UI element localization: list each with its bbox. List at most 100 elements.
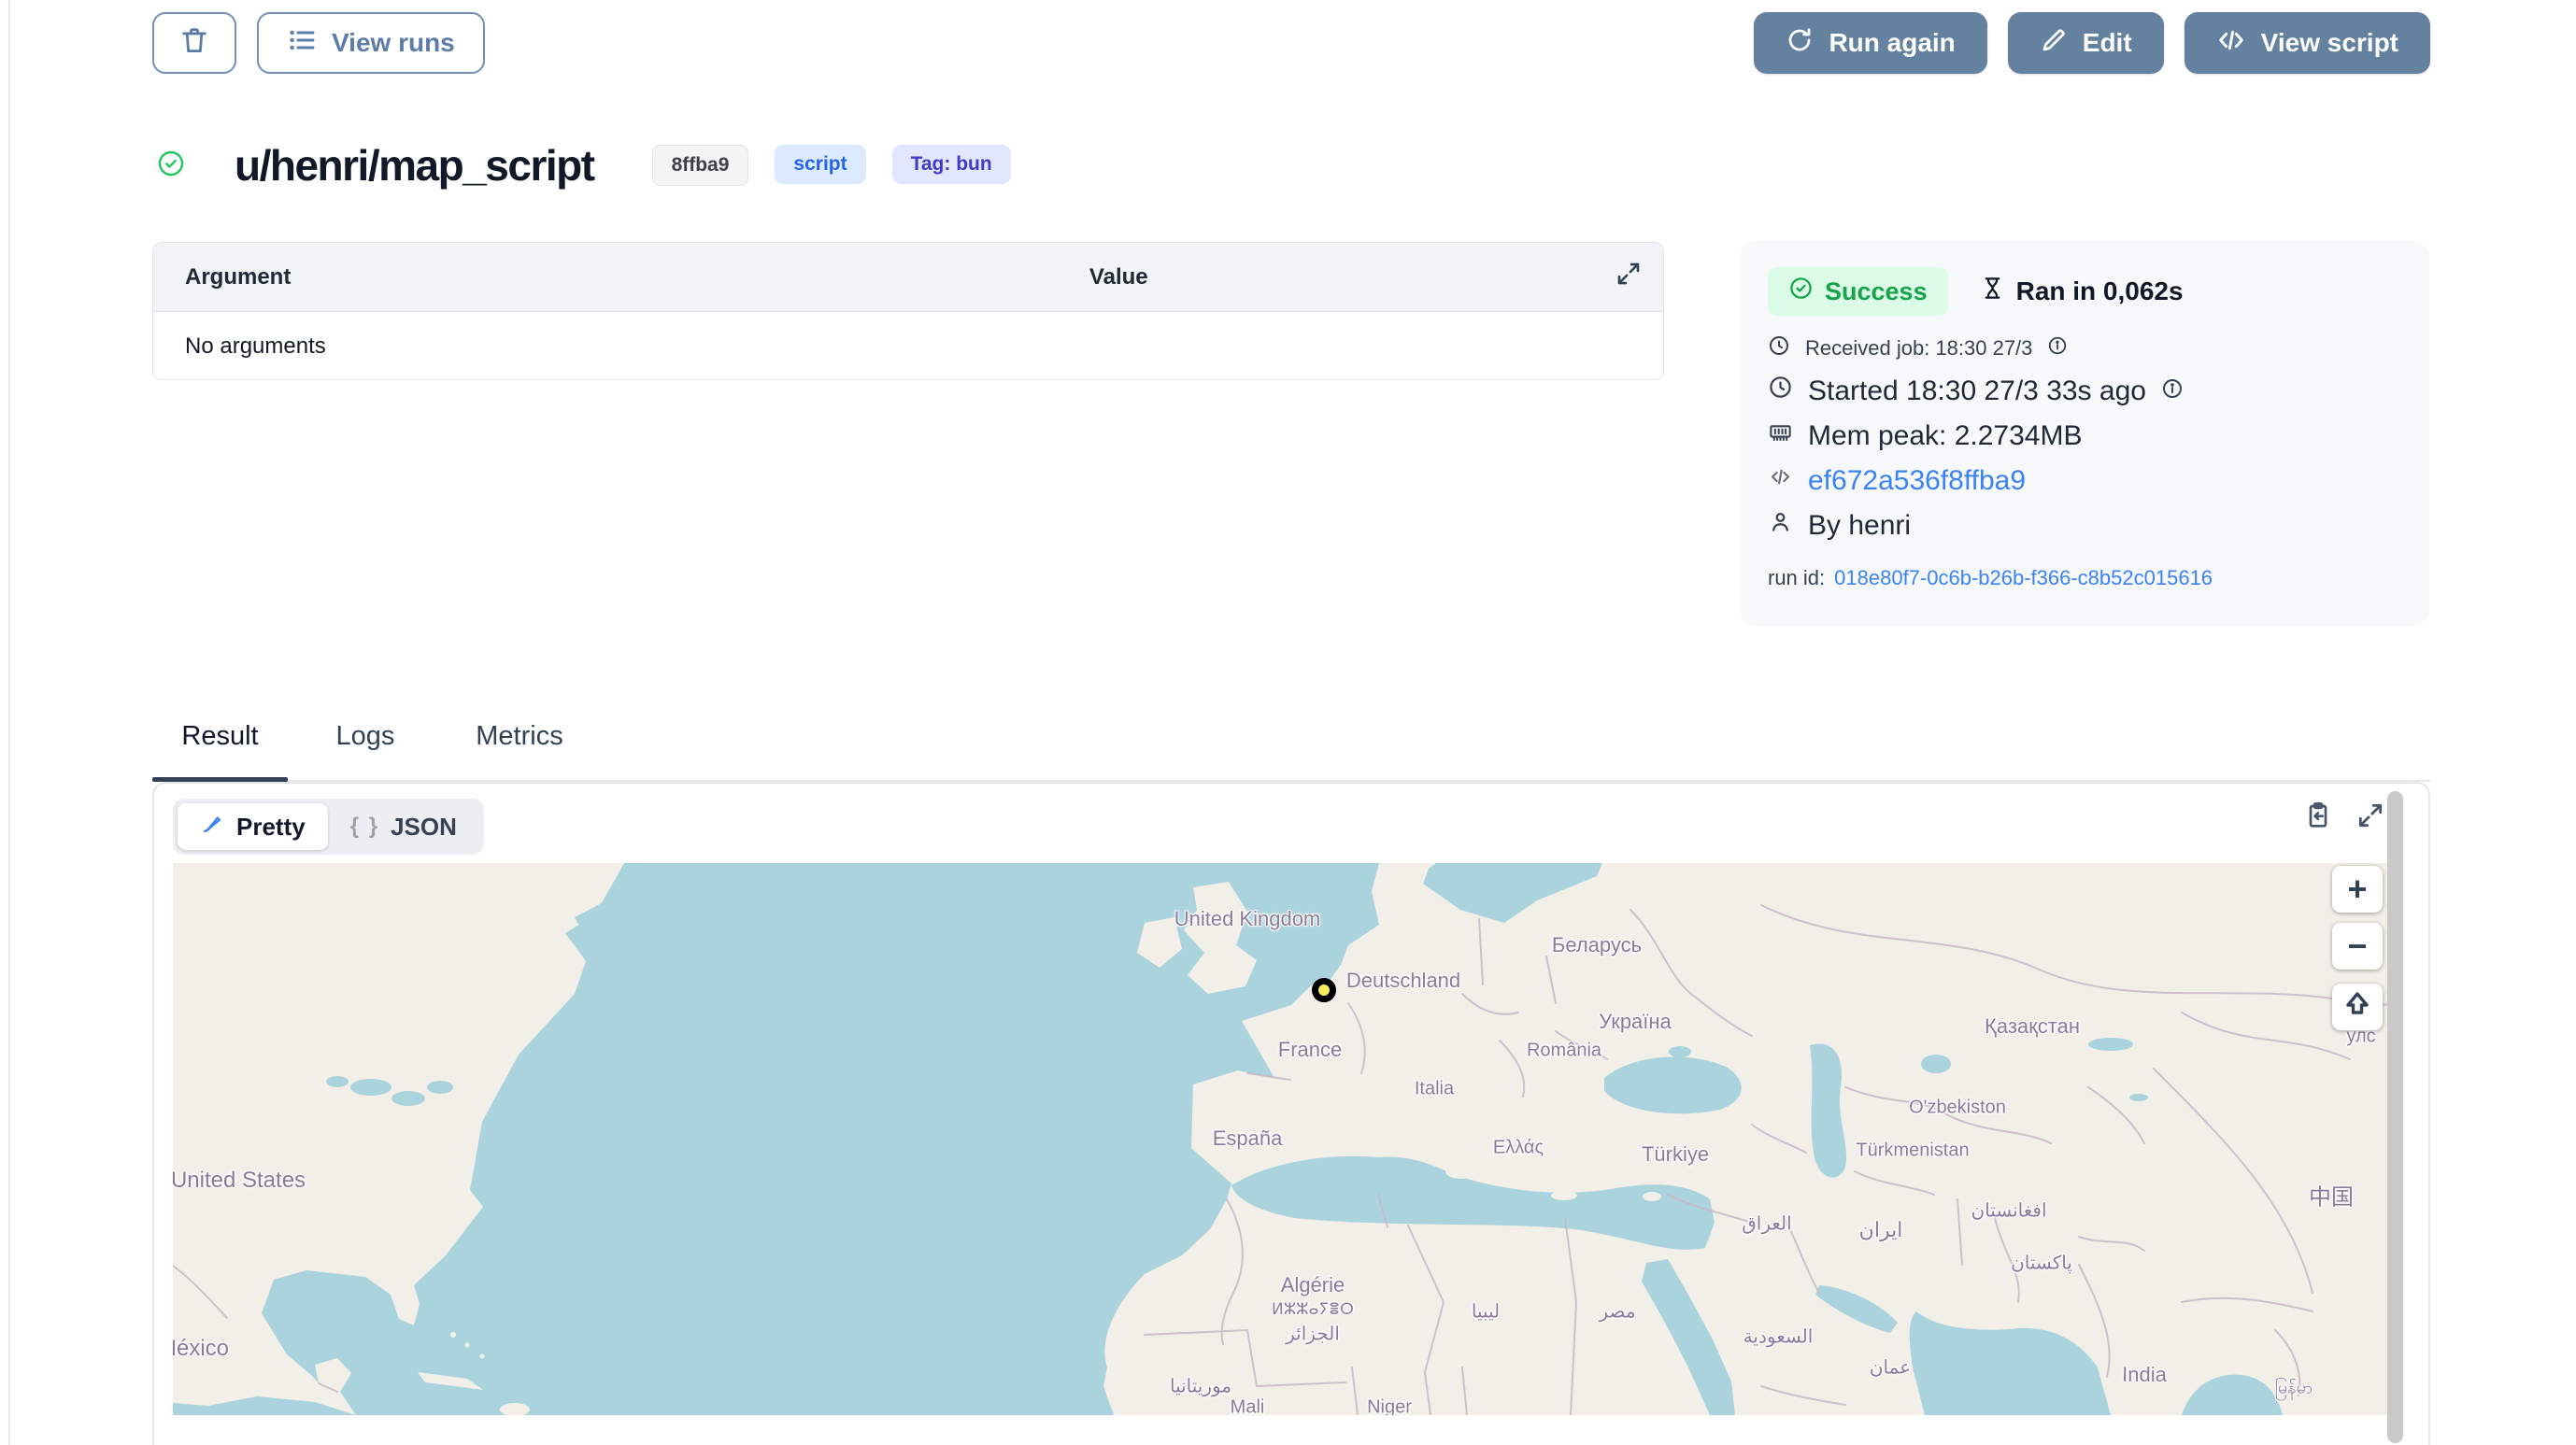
- trash-icon: [178, 24, 210, 63]
- map-country-label: موريتانيا: [1170, 1375, 1231, 1398]
- map-country-label: افغانستان: [1971, 1199, 2046, 1223]
- result-view-toggle: Pretty { } JSON: [173, 799, 484, 855]
- tag-badge: Tag: bun: [892, 145, 1011, 184]
- column-argument: Argument: [185, 264, 291, 290]
- map-country-label: India: [2122, 1363, 2167, 1387]
- toolbar: View runs Run again Edit View script: [152, 12, 2430, 74]
- zoom-out-button[interactable]: −: [2332, 923, 2383, 970]
- view-runs-label: View runs: [332, 28, 455, 58]
- duration-label: Ran in 0,062s: [2016, 276, 2184, 306]
- map-country-label: Türkiye: [1642, 1142, 1709, 1167]
- result-card: Pretty { } JSON: [152, 782, 2430, 1445]
- memory-icon: [1768, 419, 1793, 452]
- edit-button[interactable]: Edit: [2008, 12, 2164, 74]
- json-toggle[interactable]: { } JSON: [328, 805, 479, 849]
- zoom-in-button[interactable]: +: [2332, 866, 2383, 913]
- map-country-label: ⵍⵣⵣⴰⵢⴻⵔ: [1272, 1300, 1354, 1319]
- run-info-card: Success Ran in 0,062s Received job: 18:3…: [1740, 241, 2429, 626]
- copy-result-icon[interactable]: [2303, 800, 2333, 835]
- received-label: Received job: 18:30 27/3: [1805, 336, 2032, 361]
- mem-peak-row: Mem peak: 2.2734MB: [1768, 419, 2401, 452]
- reset-north-button[interactable]: [2332, 984, 2383, 1030]
- table-row: No arguments: [153, 312, 1663, 380]
- tab-logs-label: Logs: [336, 721, 395, 752]
- map-country-label: Niger: [1367, 1397, 1412, 1416]
- run-id-link[interactable]: 018e80f7-0c6b-b26b-f366-c8b52c015616: [1834, 566, 2213, 590]
- info-icon[interactable]: [2161, 375, 2184, 407]
- expand-result-icon[interactable]: [2355, 800, 2385, 835]
- map-country-label: Deutschland: [1346, 969, 1460, 993]
- map-country-label: Беларусь: [1552, 933, 1642, 957]
- script-hash-link[interactable]: ef672a536f8ffba9: [1808, 465, 2026, 497]
- run-again-button[interactable]: Run again: [1754, 12, 1986, 74]
- tab-metrics-label: Metrics: [476, 721, 562, 752]
- tab-metrics[interactable]: Metrics: [445, 721, 594, 780]
- pretty-toggle[interactable]: Pretty: [178, 803, 328, 850]
- map-country-label: السعودية: [1743, 1325, 1814, 1349]
- expand-icon[interactable]: [1615, 260, 1643, 294]
- clock-icon: [1768, 375, 1793, 407]
- code-icon: [2216, 25, 2246, 62]
- pencil-icon: [2040, 26, 2068, 61]
- mem-peak-label: Mem peak: 2.2734MB: [1808, 420, 2082, 452]
- duration: Ran in 0,062s: [1980, 276, 2184, 307]
- tab-logs[interactable]: Logs: [305, 721, 426, 780]
- run-page: View runs Run again Edit View script: [0, 0, 2576, 1445]
- map-marker[interactable]: [1312, 978, 1336, 1002]
- status-badge: Success: [1768, 267, 1948, 316]
- map-country-label: Türkmenistan: [1856, 1140, 1969, 1162]
- map-country-label: Italia: [1415, 1079, 1454, 1100]
- tab-result[interactable]: Result: [152, 721, 288, 780]
- map-country-label: România: [1527, 1041, 1601, 1062]
- map-country-label: مصر: [1599, 1300, 1635, 1324]
- status-row: Success Ran in 0,062s: [1768, 267, 2401, 316]
- map-country-label: 中国: [2309, 1179, 2354, 1211]
- toolbar-left: View runs: [152, 12, 485, 74]
- result-map[interactable]: United StatesMéxicoUnited KingdomБеларус…: [173, 863, 2391, 1415]
- no-arguments-text: No arguments: [185, 333, 326, 360]
- map-country-label: Algérie: [1281, 1273, 1345, 1297]
- check-circle-icon: [1788, 276, 1814, 307]
- map-country-label: France: [1278, 1038, 1342, 1062]
- info-icon[interactable]: [2047, 335, 2068, 361]
- author-label: By henri: [1808, 510, 1911, 542]
- pretty-label: Pretty: [236, 813, 306, 842]
- map-country-label: Україна: [1599, 1010, 1672, 1034]
- list-icon: [287, 25, 317, 62]
- brush-icon: [200, 811, 225, 843]
- author-row: By henri: [1768, 509, 2401, 542]
- code-icon: [1768, 464, 1793, 497]
- braces-icon: { }: [350, 814, 379, 840]
- page-title: u/henri/map_script: [235, 140, 594, 191]
- badges: 8ffba9 script Tag: bun: [652, 145, 1011, 186]
- map-country-label: ليبيا: [1472, 1300, 1500, 1324]
- delete-button[interactable]: [152, 12, 236, 74]
- sidebar-edge: [8, 0, 10, 1445]
- result-tabs: Result Logs Metrics: [152, 721, 2430, 782]
- script-hash-row: ef672a536f8ffba9: [1768, 464, 2401, 497]
- map-country-label: پاکستان: [2011, 1252, 2072, 1275]
- map-country-label: الجزائر: [1286, 1323, 1340, 1346]
- person-icon: [1768, 509, 1793, 542]
- run-id-row: run id: 018e80f7-0c6b-b26b-f366-c8b52c01…: [1768, 566, 2401, 590]
- received-row: Received job: 18:30 27/3: [1768, 334, 2401, 362]
- success-check-icon: [156, 149, 186, 183]
- status-label: Success: [1825, 277, 1928, 306]
- toolbar-right: Run again Edit View script: [1754, 12, 2430, 74]
- clock-icon: [1768, 334, 1790, 362]
- view-script-label: View script: [2261, 28, 2398, 58]
- view-script-button[interactable]: View script: [2185, 12, 2430, 74]
- north-arrow-icon: [2341, 987, 2373, 1027]
- title-row: u/henri/map_script 8ffba9 script Tag: bu…: [156, 140, 1011, 191]
- map-country-label: O'zbekiston: [1909, 1098, 2006, 1119]
- tab-result-label: Result: [181, 721, 258, 752]
- hourglass-icon: [1980, 276, 2005, 307]
- view-runs-button[interactable]: View runs: [257, 12, 485, 74]
- kind-badge: script: [775, 145, 865, 184]
- map-country-label: México: [173, 1336, 229, 1362]
- result-actions: [2303, 800, 2385, 835]
- edit-label: Edit: [2083, 28, 2132, 58]
- result-scrollbar[interactable]: [2387, 791, 2403, 1443]
- map-country-label: Ελλάς: [1493, 1138, 1544, 1159]
- map-country-label: Mali: [1231, 1397, 1265, 1416]
